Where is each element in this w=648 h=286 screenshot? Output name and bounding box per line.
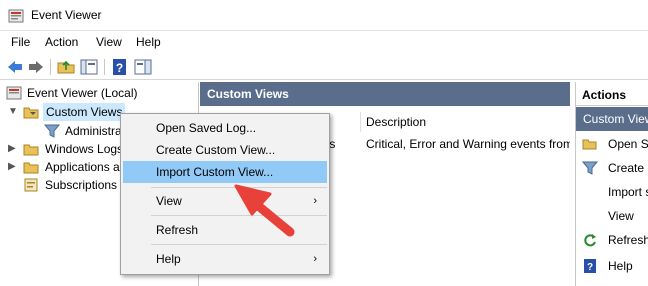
forward-arrow-icon[interactable]	[27, 58, 45, 76]
chevron-down-icon[interactable]: ▼	[8, 103, 18, 121]
menu-file[interactable]: File	[11, 35, 30, 49]
action-label: View	[608, 209, 634, 223]
refresh-icon	[584, 234, 596, 247]
toolbar: ?	[0, 54, 648, 80]
help-icon[interactable]: ?	[111, 58, 129, 76]
action-create-custom-view[interactable]: Create C	[576, 156, 648, 180]
tree-item-label: Windows Logs	[45, 142, 124, 156]
folder-filter-icon	[23, 107, 39, 119]
folder-icon	[23, 144, 39, 156]
tree-item-label: Administra	[65, 124, 122, 138]
column-header-description[interactable]: Description	[366, 112, 566, 132]
context-menu-open-saved-log[interactable]: Open Saved Log...	[123, 117, 327, 139]
subscriptions-icon	[24, 178, 38, 192]
action-refresh[interactable]: Refresh	[576, 228, 648, 252]
context-menu-create-custom-view[interactable]: Create Custom View...	[123, 139, 327, 161]
tree-item-event-viewer-local[interactable]: Event Viewer (Local)	[0, 84, 199, 102]
action-label: Open S	[608, 137, 648, 151]
column-divider	[360, 112, 361, 132]
help-icon: ?	[584, 259, 596, 273]
action-import-custom-view[interactable]: Import s	[576, 180, 648, 204]
menu-bar: File Action View Help	[0, 32, 648, 52]
action-open-saved-log[interactable]: Open S	[576, 132, 648, 156]
actions-pane-header: Actions	[576, 82, 648, 106]
menu-separator	[151, 244, 327, 245]
menu-view[interactable]: View	[96, 35, 122, 49]
toolbar-separator	[50, 59, 51, 75]
actions-pane: Actions Custom View Open S Create C Impo…	[575, 82, 648, 286]
context-menu-refresh[interactable]: Refresh	[123, 219, 327, 241]
action-help[interactable]: ? Help	[576, 254, 648, 278]
title-bar: Event Viewer	[0, 0, 648, 31]
action-label: Create C	[608, 161, 648, 175]
chevron-right-icon: ›	[313, 253, 317, 265]
show-hide-tree-icon[interactable]	[80, 58, 98, 76]
chevron-right-icon[interactable]: ▶	[8, 158, 16, 176]
menu-separator	[151, 187, 327, 188]
event-viewer-icon	[6, 86, 22, 100]
folder-icon	[23, 162, 39, 174]
action-label: Import s	[608, 185, 648, 199]
svg-text:?: ?	[116, 61, 123, 75]
window-title: Event Viewer	[31, 8, 102, 22]
svg-text:?: ?	[587, 262, 593, 273]
toolbar-separator	[104, 59, 105, 75]
open-folder-icon	[582, 139, 597, 150]
context-menu-label: Help	[156, 252, 181, 266]
filter-icon	[44, 124, 60, 138]
tree-item-label: Event Viewer (Local)	[27, 86, 138, 100]
context-menu-import-custom-view[interactable]: Import Custom View...	[123, 161, 327, 183]
chevron-right-icon[interactable]: ▶	[8, 140, 16, 158]
menu-separator	[151, 215, 327, 216]
event-viewer-icon	[8, 9, 24, 23]
menu-action[interactable]: Action	[45, 35, 78, 49]
action-label: Help	[608, 259, 633, 273]
tree-item-label: Custom Views	[43, 103, 126, 121]
actions-section-custom-view[interactable]: Custom View	[576, 107, 648, 131]
tree-item-label: Applications a	[45, 160, 120, 174]
context-menu-help[interactable]: Help ›	[123, 248, 327, 270]
show-hide-action-pane-icon[interactable]	[134, 58, 152, 76]
event-viewer-window: Event Viewer File Action View Help ? Eve…	[0, 0, 648, 286]
context-menu-label: View	[156, 194, 182, 208]
context-menu: Open Saved Log... Create Custom View... …	[120, 113, 330, 275]
context-menu-view[interactable]: View ›	[123, 190, 327, 212]
table-cell-description: Critical, Error and Warning events from	[366, 137, 570, 151]
center-pane-header: Custom Views	[200, 82, 570, 106]
action-label: Refresh	[608, 233, 648, 247]
back-arrow-icon[interactable]	[6, 58, 24, 76]
up-folder-icon[interactable]	[57, 58, 75, 76]
filter-icon	[582, 161, 598, 175]
chevron-right-icon: ›	[313, 195, 317, 207]
action-view[interactable]: View	[576, 204, 648, 228]
tree-item-label: Subscriptions	[45, 178, 118, 192]
menu-help[interactable]: Help	[136, 35, 161, 49]
